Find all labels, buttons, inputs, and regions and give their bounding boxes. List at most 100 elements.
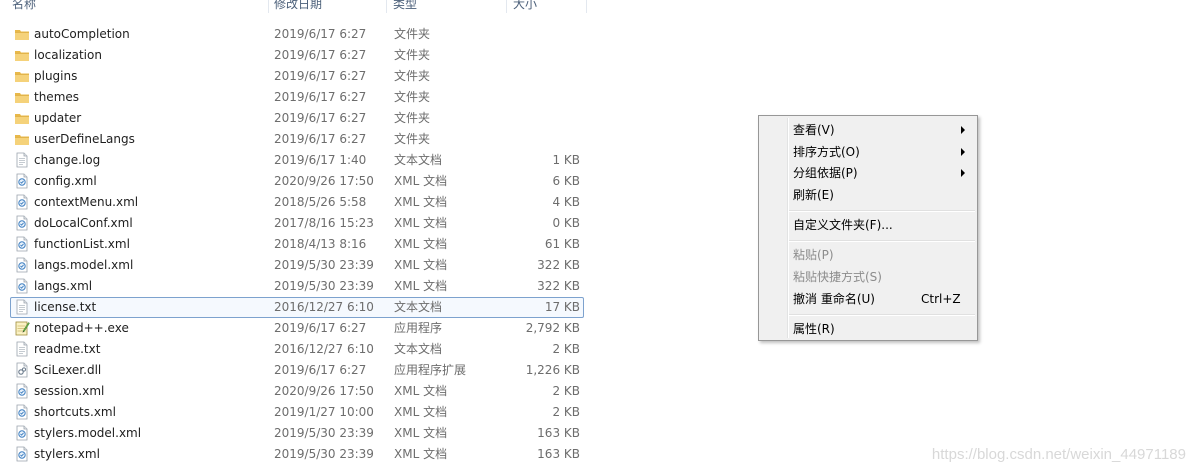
file-name: readme.txt: [34, 342, 101, 356]
file-row[interactable]: themes 2019/6/17 6:27 文件夹: [0, 87, 590, 108]
file-size: 4 KB: [552, 195, 580, 209]
file-type: 文本文档: [394, 153, 443, 167]
file-row[interactable]: session.xml 2020/9/26 17:50 XML 文档 2 KB: [0, 381, 590, 402]
file-date-modified: 2019/6/17 6:27: [274, 48, 367, 62]
file-date-modified: 2020/9/26 17:50: [274, 384, 374, 398]
xml-file-icon: [14, 425, 30, 441]
xml-file-icon: [14, 173, 30, 189]
file-name: session.xml: [34, 384, 105, 398]
menu-item-label: 刷新(E): [793, 188, 834, 202]
xml-file-icon: [14, 215, 30, 231]
file-row[interactable]: contextMenu.xml 2018/5/26 5:58 XML 文档 4 KB: [0, 192, 590, 213]
column-header-name[interactable]: 名称: [0, 0, 269, 13]
file-row[interactable]: config.xml 2020/9/26 17:50 XML 文档 6 KB: [0, 171, 590, 192]
file-row[interactable]: SciLexer.dll 2019/6/17 6:27 应用程序扩展 1,226 KB: [0, 360, 590, 381]
file-row[interactable]: functionList.xml 2018/4/13 8:16 XML 文档 61 K…: [0, 234, 590, 255]
file-row[interactable]: readme.txt 2016/12/27 6:10 文本文档 2 KB: [0, 339, 590, 360]
file-date-modified: 2016/12/27 6:10: [274, 300, 374, 314]
file-size: 17 KB: [544, 300, 580, 314]
xml-file-icon: [14, 446, 30, 462]
file-date-modified: 2018/4/13 8:16: [274, 237, 367, 251]
watermark: https://blog.csdn.net/weixin_44971189: [931, 446, 1186, 463]
file-date-modified: 2019/5/30 23:39: [274, 258, 374, 272]
menu-item-undo-rename[interactable]: 撤消 重命名(U) Ctrl+Z: [761, 288, 975, 310]
file-size: [500, 45, 580, 66]
file-date-modified: 2019/5/30 23:39: [274, 279, 374, 293]
menu-item-paste-shortcut: 粘贴快捷方式(S): [761, 266, 975, 288]
file-size: 322 KB: [537, 279, 580, 293]
file-date-modified: 2019/6/17 6:27: [274, 321, 367, 335]
file-name: shortcuts.xml: [34, 405, 116, 419]
menu-item-group-by[interactable]: 分组依据(P): [761, 162, 975, 184]
column-header: 名称 修改日期 类型 大小: [0, 0, 590, 14]
xml-file-icon: [14, 257, 30, 273]
file-size: 6 KB: [552, 174, 580, 188]
menu-item-customize-folder[interactable]: 自定义文件夹(F)...: [761, 214, 975, 236]
file-row[interactable]: stylers.xml 2019/5/30 23:39 XML 文档 163 KB: [0, 444, 590, 465]
file-size: 0 KB: [552, 216, 580, 230]
column-header-type[interactable]: 类型: [387, 0, 507, 13]
file-name: config.xml: [34, 174, 97, 188]
file-name: change.log: [34, 153, 101, 167]
file-name: SciLexer.dll: [34, 363, 102, 377]
text-file-icon: [14, 299, 30, 315]
file-date-modified: 2019/6/17 6:27: [274, 69, 367, 83]
file-size: 2 KB: [552, 384, 580, 398]
menu-item-label: 自定义文件夹(F)...: [793, 218, 893, 232]
xml-file-icon: [14, 236, 30, 252]
file-row[interactable]: change.log 2019/6/17 1:40 文本文档 1 KB: [0, 150, 590, 171]
text-file-icon: [14, 152, 30, 168]
menu-item-view[interactable]: 查看(V): [761, 119, 975, 141]
file-type: 文本文档: [394, 300, 443, 314]
file-size: [500, 108, 580, 129]
file-type: 文件夹: [394, 90, 431, 104]
folder-icon: [14, 47, 30, 63]
file-size: [500, 87, 580, 108]
file-date-modified: 2016/12/27 6:10: [274, 342, 374, 356]
file-row[interactable]: langs.model.xml 2019/5/30 23:39 XML 文档 322 …: [0, 255, 590, 276]
menu-item-label: 撤消 重命名(U): [793, 292, 875, 306]
file-row[interactable]: langs.xml 2019/5/30 23:39 XML 文档 322 KB: [0, 276, 590, 297]
file-type: XML 文档: [394, 195, 448, 209]
file-size: [500, 66, 580, 87]
notepad-exe-icon: [14, 320, 30, 336]
file-row[interactable]: localization 2019/6/17 6:27 文件夹: [0, 45, 590, 66]
file-size: 1 KB: [552, 153, 580, 167]
file-date-modified: 2019/1/27 10:00: [274, 405, 374, 419]
file-type: XML 文档: [394, 447, 448, 461]
column-header-date-modified[interactable]: 修改日期: [269, 0, 387, 13]
file-row[interactable]: notepad++.exe 2019/6/17 6:27 应用程序 2,792 KB: [0, 318, 590, 339]
file-name: userDefineLangs: [34, 132, 135, 146]
file-date-modified: 2019/6/17 6:27: [274, 90, 367, 104]
file-row[interactable]: plugins 2019/6/17 6:27 文件夹: [0, 66, 590, 87]
file-date-modified: 2019/6/17 6:27: [274, 111, 367, 125]
file-name: stylers.xml: [34, 447, 100, 461]
file-name: license.txt: [34, 300, 97, 314]
file-type: XML 文档: [394, 237, 448, 251]
submenu-arrow-icon: [961, 148, 965, 156]
file-date-modified: 2019/5/30 23:39: [274, 426, 374, 440]
file-date-modified: 2019/6/17 6:27: [274, 27, 367, 41]
menu-item-properties[interactable]: 属性(R): [761, 318, 975, 340]
folder-icon: [14, 68, 30, 84]
file-row[interactable]: userDefineLangs 2019/6/17 6:27 文件夹: [0, 129, 590, 150]
menu-item-refresh[interactable]: 刷新(E): [761, 184, 975, 206]
file-type: XML 文档: [394, 405, 448, 419]
menu-separator: [789, 314, 975, 316]
folder-icon: [14, 131, 30, 147]
submenu-arrow-icon: [961, 169, 965, 177]
file-row[interactable]: license.txt 2016/12/27 6:10 文本文档 17 KB: [0, 297, 590, 318]
file-name: plugins: [34, 69, 78, 83]
file-type: 文件夹: [394, 132, 431, 146]
file-row[interactable]: doLocalConf.xml 2017/8/16 15:23 XML 文档 0 KB: [0, 213, 590, 234]
xml-file-icon: [14, 278, 30, 294]
menu-separator: [789, 210, 975, 212]
file-row[interactable]: stylers.model.xml 2019/5/30 23:39 XML 文档 16…: [0, 423, 590, 444]
file-row[interactable]: shortcuts.xml 2019/1/27 10:00 XML 文档 2 KB: [0, 402, 590, 423]
file-row[interactable]: autoCompletion 2019/6/17 6:27 文件夹: [0, 24, 590, 45]
file-row[interactable]: updater 2019/6/17 6:27 文件夹: [0, 108, 590, 129]
file-name: langs.xml: [34, 279, 93, 293]
file-size: [500, 24, 580, 45]
menu-item-sort-by[interactable]: 排序方式(O): [761, 141, 975, 163]
column-header-size[interactable]: 大小: [507, 0, 587, 13]
